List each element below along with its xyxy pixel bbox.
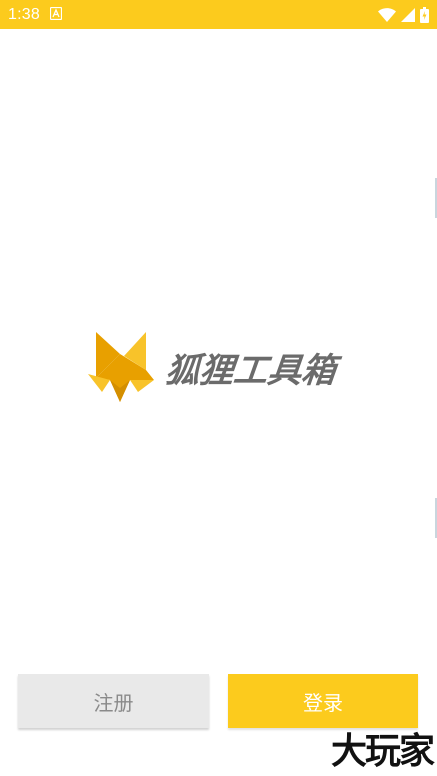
app-logo: 狐狸工具箱 bbox=[88, 330, 353, 405]
notification-a-icon bbox=[49, 5, 63, 24]
wifi-icon bbox=[378, 7, 396, 22]
battery-icon bbox=[420, 6, 429, 23]
register-button[interactable]: 注册 bbox=[18, 674, 209, 728]
splash-screen: 1:38 狐狸工具箱 注册 登录 大玩家 bbox=[0, 0, 437, 776]
fox-logo-icon bbox=[88, 332, 154, 402]
watermark-text: 大玩家 bbox=[330, 731, 435, 772]
status-bar: 1:38 bbox=[0, 0, 437, 29]
status-time: 1:38 bbox=[8, 5, 40, 23]
cell-signal-icon bbox=[401, 7, 415, 22]
login-button[interactable]: 登录 bbox=[228, 674, 418, 728]
app-name: 狐狸工具箱 bbox=[163, 351, 338, 391]
